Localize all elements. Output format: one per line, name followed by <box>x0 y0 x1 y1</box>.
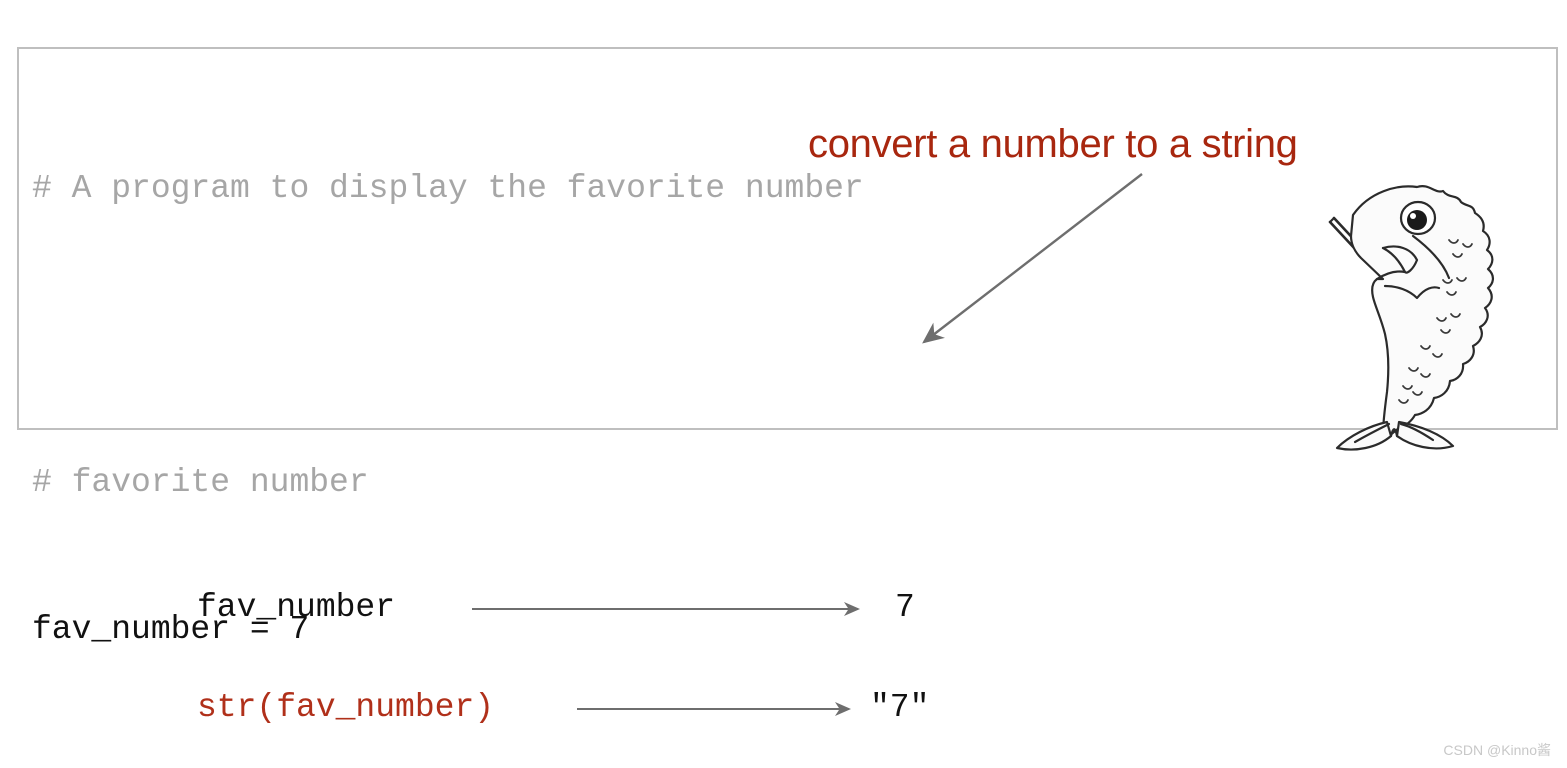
code-line-comment-2: # favorite number <box>32 458 1002 507</box>
mapping-row: str(fav_number) "7" <box>0 678 1567 748</box>
code-line-comment-1: # A program to display the favorite numb… <box>32 164 1002 213</box>
mapping-row: fav_number 7 <box>0 578 1567 648</box>
code-line-blank-1 <box>32 311 1002 360</box>
mapping-label-str-call: str(fav_number) <box>197 689 495 726</box>
mapping-label-variable: fav_number <box>197 589 396 626</box>
code-comment-text: # A program to display the favorite numb… <box>32 170 864 207</box>
code-comment-text: # favorite number <box>32 464 369 501</box>
code-line-blank-2 <box>32 752 1002 768</box>
annotation-arrow-icon <box>922 173 1143 344</box>
mapping-arrow-icon <box>472 602 860 616</box>
mapping-arrow-icon <box>577 702 851 716</box>
value-mapping-diagram: fav_number 7 str(fav_number) "7" <box>0 560 1567 750</box>
watermark-text: CSDN @Kinno酱 <box>1443 742 1551 758</box>
mapping-value-number: 7 <box>895 589 915 626</box>
slide-canvas: # A program to display the favorite numb… <box>0 0 1567 768</box>
mapping-value-string: "7" <box>870 689 930 726</box>
cartoon-fish-icon <box>1328 185 1494 451</box>
